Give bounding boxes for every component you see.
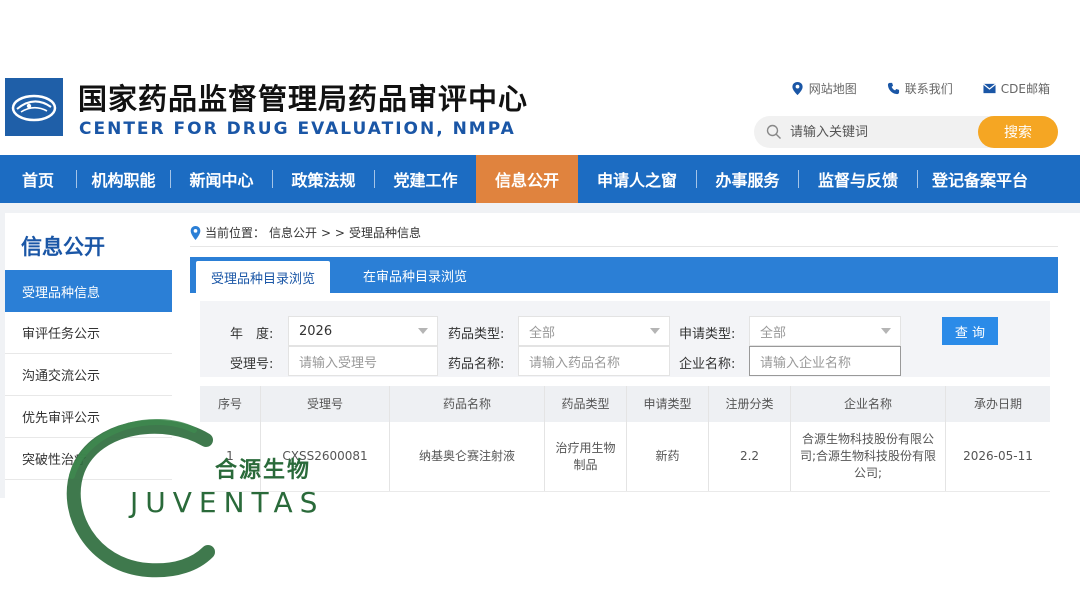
nav-item-home[interactable]: 首页 bbox=[0, 155, 76, 203]
chevron-down-icon bbox=[418, 328, 428, 334]
table-header: 序号 受理号 药品名称 药品类型 申请类型 注册分类 企业名称 承办日期 bbox=[200, 386, 1050, 422]
site-title-en: CENTER FOR DRUG EVALUATION, NMPA bbox=[79, 119, 516, 139]
table-cell: 新药 bbox=[627, 422, 709, 491]
accept-no-label: 受理号: bbox=[230, 357, 274, 372]
table-cell: 治疗用生物制品 bbox=[545, 422, 627, 491]
sidebar-item-accepted-varieties[interactable]: 受理品种信息 bbox=[5, 270, 172, 312]
cde-logo[interactable] bbox=[5, 78, 63, 136]
apply-type-select[interactable]: 全部 bbox=[749, 316, 901, 346]
nav-item-services[interactable]: 办事服务 bbox=[697, 155, 798, 203]
drug-type-value: 全部 bbox=[529, 325, 556, 341]
year-label: 年 度: bbox=[230, 327, 274, 342]
year-select[interactable]: 2026 bbox=[288, 316, 438, 346]
breadcrumb-prefix: 当前位置： bbox=[205, 226, 266, 240]
accept-no-input[interactable]: 请输入受理号 bbox=[288, 346, 438, 376]
column-header: 序号 bbox=[200, 386, 261, 422]
tab-bar: 受理品种目录浏览 在审品种目录浏览 bbox=[190, 257, 1058, 293]
sitemap-label: 网站地图 bbox=[808, 82, 857, 96]
search-icon bbox=[766, 124, 781, 139]
table-cell: 2.2 bbox=[709, 422, 791, 491]
logo-emblem bbox=[11, 94, 57, 122]
nav-item-disclosure[interactable]: 信息公开 bbox=[476, 155, 578, 203]
watermark-text-en: JUVENTAS bbox=[130, 486, 325, 519]
sidebar-item-review-tasks[interactable]: 审评任务公示 bbox=[5, 312, 172, 354]
drug-type-label: 药品类型: bbox=[448, 327, 505, 342]
sidebar-title: 信息公开 bbox=[21, 235, 105, 259]
query-button[interactable]: 查 询 bbox=[942, 317, 998, 345]
sitemap-link[interactable]: 网站地图 bbox=[791, 80, 857, 97]
table-cell: 纳基奥仑赛注射液 bbox=[390, 422, 545, 491]
site-search: 搜索 bbox=[754, 116, 1058, 148]
cde-mail-link[interactable]: CDE邮箱 bbox=[982, 80, 1050, 97]
search-button[interactable]: 搜索 bbox=[978, 116, 1058, 148]
main-nav: 首页 机构职能 新闻中心 政策法规 党建工作 信息公开 申请人之窗 办事服务 监… bbox=[0, 155, 1080, 203]
search-input[interactable] bbox=[790, 116, 980, 148]
nav-item-functions[interactable]: 机构职能 bbox=[77, 155, 170, 203]
watermark-text-cn: 合源生物 bbox=[215, 458, 312, 483]
breadcrumb-current: 受理品种信息 bbox=[348, 226, 421, 240]
sidebar-item-communication[interactable]: 沟通交流公示 bbox=[5, 354, 172, 396]
breadcrumb: 当前位置： 信息公开 > > 受理品种信息 bbox=[190, 224, 421, 241]
apply-type-value: 全部 bbox=[760, 325, 787, 341]
column-header: 药品类型 bbox=[545, 386, 627, 422]
nav-item-policy[interactable]: 政策法规 bbox=[273, 155, 374, 203]
breadcrumb-link[interactable]: 信息公开 bbox=[269, 224, 317, 241]
top-links: 网站地图 联系我们 CDE邮箱 bbox=[791, 80, 1050, 97]
contact-label: 联系我们 bbox=[904, 82, 953, 96]
company-input[interactable]: 请输入企业名称 bbox=[749, 346, 901, 376]
nav-item-party[interactable]: 党建工作 bbox=[375, 155, 476, 203]
drug-name-input[interactable]: 请输入药品名称 bbox=[518, 346, 670, 376]
filter-panel: 年 度: 2026 药品类型: 全部 申请类型: 全部 受理号: 请输入受理号 … bbox=[200, 301, 1050, 377]
chevron-down-icon bbox=[881, 328, 891, 334]
nav-item-applicant[interactable]: 申请人之窗 bbox=[578, 155, 696, 203]
breadcrumb-divider bbox=[190, 246, 1058, 247]
apply-type-label: 申请类型: bbox=[679, 327, 736, 342]
mail-icon bbox=[982, 83, 996, 94]
site-title-cn: 国家药品监督管理局药品审评中心 bbox=[78, 82, 529, 116]
table-cell: 合源生物科技股份有限公司;合源生物科技股份有限公司; bbox=[791, 422, 946, 491]
table-cell: 2026-05-11 bbox=[963, 449, 1033, 463]
location-pin-icon bbox=[792, 82, 803, 95]
nav-item-news[interactable]: 新闻中心 bbox=[171, 155, 272, 203]
cde-mail-label: CDE邮箱 bbox=[1000, 82, 1050, 96]
year-value: 2026 bbox=[299, 323, 333, 339]
contact-link[interactable]: 联系我们 bbox=[887, 80, 953, 97]
chevron-down-icon bbox=[650, 328, 660, 334]
column-header: 申请类型 bbox=[627, 386, 709, 422]
nav-item-registration[interactable]: 登记备案平台 bbox=[918, 155, 1042, 203]
column-header: 注册分类 bbox=[709, 386, 791, 422]
drug-name-label: 药品名称: bbox=[448, 357, 505, 372]
location-pin-icon bbox=[190, 225, 201, 240]
phone-icon bbox=[887, 82, 899, 95]
nav-item-supervision[interactable]: 监督与反馈 bbox=[799, 155, 917, 203]
column-header: 承办日期 bbox=[973, 396, 1022, 411]
breadcrumb-separator: > > bbox=[321, 225, 345, 240]
column-header: 受理号 bbox=[261, 386, 390, 422]
drug-type-select[interactable]: 全部 bbox=[518, 316, 670, 346]
column-header: 企业名称 bbox=[791, 386, 946, 422]
column-header: 药品名称 bbox=[390, 386, 545, 422]
company-label: 企业名称: bbox=[679, 357, 736, 372]
tab-accepted-catalog[interactable]: 受理品种目录浏览 bbox=[196, 261, 330, 293]
tab-in-review-catalog[interactable]: 在审品种目录浏览 bbox=[348, 257, 482, 293]
